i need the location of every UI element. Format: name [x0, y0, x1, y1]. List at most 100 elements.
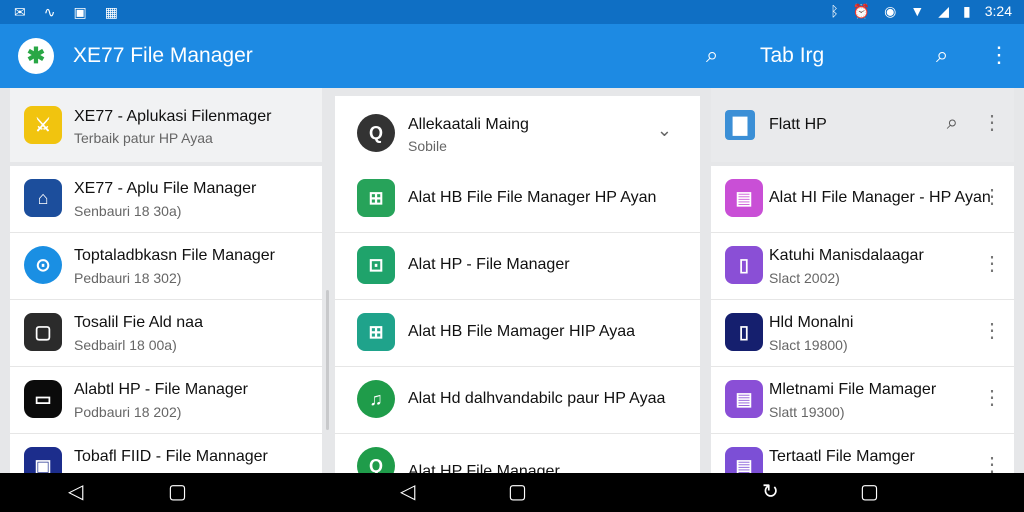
tablet-icon: ▢ [24, 313, 62, 351]
list-item[interactable]: ⊙ Toptaladbkasn File Manager Pedbauri 18… [10, 233, 322, 300]
item-title: Alat HP File Manager [408, 463, 560, 473]
panel-header[interactable]: ⚔ XE77 - Aplukasi Filenmager Terbaik pat… [10, 88, 322, 162]
item-title: Alat HP - File Manager [408, 256, 570, 273]
header-title: XE77 - Aplukasi Filenmager [74, 108, 272, 125]
overview-icon[interactable]: ▢ [860, 481, 879, 503]
list-item[interactable]: Q Alat HP File Manager [335, 434, 700, 473]
item-title: Tertaatl File Mamger [769, 448, 915, 465]
back-icon[interactable]: ◁ [400, 481, 415, 503]
clipboard-icon: ▤ [725, 447, 763, 473]
list-item[interactable]: ▭ Alabtl HP - File Manager Podbauri 18 2… [10, 367, 322, 434]
overflow-menu-icon[interactable]: ⋮ [982, 253, 1002, 275]
list-item[interactable]: ▣ Tobafl FIID - File Mannager [10, 434, 322, 473]
item-title: Alat Hd dalhvandabilc paur HP Ayaa [408, 390, 666, 407]
search-app-icon: Q [357, 114, 395, 152]
archive-icon: ⊞ [357, 179, 395, 217]
item-subtitle: Pedbauri 18 302) [74, 270, 182, 286]
header-title: Allekaatali Maing [408, 116, 529, 133]
overflow-menu-icon[interactable]: ⋮ [982, 387, 1002, 409]
clipboard-icon: ▤ [725, 179, 763, 217]
list-item[interactable]: ♫ Alat Hd dalhvandabilc paur HP Ayaa [335, 367, 700, 434]
list-item[interactable]: ▤ Tertaatl File Mamger ⋮ [711, 434, 1014, 473]
overflow-menu-icon[interactable]: ⋮ [982, 454, 1002, 473]
item-subtitle: Senbauri 18 30a) [74, 203, 182, 219]
navigation-bar: ◁ ▢ ◁ ▢ ↻ ▢ [0, 473, 1024, 512]
file-list: ⌂ XE77 - Aplu File Manager Senbauri 18 3… [10, 166, 322, 473]
home-folder-icon: ⌂ [24, 179, 62, 217]
item-title: Katuhi Manisdalaagar [769, 247, 924, 264]
overflow-menu-icon[interactable]: ⋮ [982, 112, 1002, 134]
app-logo-icon: ✱ [18, 38, 54, 74]
scrollbar[interactable] [326, 290, 329, 430]
overflow-menu-icon[interactable]: ⋮ [988, 42, 1010, 68]
header-title: Flatt HP [769, 116, 827, 133]
item-title: Alat HB File Mamager HIP Ayaa [408, 323, 636, 340]
panel-middle: Q Allekaatali Maing Sobile ⌄ ⊞ Alat HB F… [335, 88, 700, 473]
hotspot-icon: ◉ [884, 3, 897, 19]
header-subtitle: Terbaik patur HP Ayaa [74, 130, 213, 146]
list-item[interactable]: ▢ Tosalil Fie Ald naa Sedbairl 18 00a) [10, 300, 322, 367]
list-item[interactable]: ▤ Mletnami File Mamager Slatt 19300) ⋮ [711, 367, 1014, 434]
item-title: Alat HI File Manager - HP Ayan [769, 189, 991, 206]
item-title: Tosalil Fie Ald naa [74, 314, 203, 331]
calendar-icon: ▦ [104, 4, 118, 20]
music-icon: ♫ [357, 380, 395, 418]
list-item[interactable]: ⌂ XE77 - Aplu File Manager Senbauri 18 3… [10, 166, 322, 233]
battery-icon: ▮ [963, 3, 971, 19]
phone-icon: ▯ [725, 313, 763, 351]
app-icon: ⚔ [24, 106, 62, 144]
list-item[interactable]: ▯ Hld Monalni Slact 19800) ⋮ [711, 300, 1014, 367]
chevron-down-icon[interactable]: ⌄ [657, 120, 672, 141]
bluetooth-icon: ᛒ [830, 3, 839, 19]
alarm-icon: ⏰ [852, 3, 871, 19]
item-subtitle: Podbauri 18 202) [74, 404, 182, 420]
item-subtitle: Slact 19800) [769, 337, 848, 353]
tv-icon: ▭ [24, 380, 62, 418]
list-item[interactable]: ⊞ Alat HB File File Manager HP Ayan [335, 166, 700, 233]
status-time: 3:24 [984, 3, 1012, 19]
download-box-icon: ⊡ [357, 246, 395, 284]
box-icon: ▣ [24, 447, 62, 473]
back-icon[interactable]: ◁ [68, 481, 83, 503]
list-item[interactable]: ⊡ Alat HP - File Manager [335, 233, 700, 300]
signal-icon: ◢ [938, 3, 950, 19]
app-bar: ✱ XE77 File Manager ⌕ Tab Irg ⌕ ⋮ [0, 24, 1024, 88]
list-item[interactable]: ▤ Alat HI File Manager - HP Ayan ⋮ [711, 166, 1014, 233]
item-subtitle: Slatt 19300) [769, 404, 845, 420]
search-icon[interactable]: ⌕ [706, 42, 718, 68]
panel-left: ⚔ XE77 - Aplukasi Filenmager Terbaik pat… [10, 88, 322, 473]
search-icon[interactable]: ⌕ [947, 112, 958, 135]
search-icon[interactable]: ⌕ [936, 42, 948, 68]
item-title: Mletnami File Mamager [769, 381, 937, 398]
item-title: Tobafl FIID - File Mannager [74, 448, 268, 465]
status-bar: ✉ ∿ ▣ ▦ ᛒ ⏰ ◉ ▼ ◢ ▮ 3:24 [0, 0, 1024, 24]
item-title: XE77 - Aplu File Manager [74, 180, 257, 197]
tab-label[interactable]: Tab Irg [760, 44, 824, 68]
mail-icon: ✉ [14, 4, 26, 20]
header-subtitle: Sobile [408, 138, 447, 154]
panel-header[interactable]: Q Allekaatali Maing Sobile ⌄ [335, 96, 700, 168]
photo-icon: ▣ [73, 4, 87, 20]
app-title: XE77 File Manager [73, 44, 253, 67]
panel-header[interactable]: ▇ Flatt HP ⌕ ⋮ [711, 88, 1014, 162]
recent-icon[interactable]: ↻ [762, 481, 779, 503]
overflow-menu-icon[interactable]: ⋮ [982, 320, 1002, 342]
overflow-menu-icon[interactable]: ⋮ [982, 186, 1002, 208]
folder-icon: ▇ [725, 110, 755, 140]
item-title: Alat HB File File Manager HP Ayan [408, 189, 657, 206]
circle-app-icon: ⊙ [24, 246, 62, 284]
panel-right: ▇ Flatt HP ⌕ ⋮ ▤ Alat HI File Manager - … [711, 88, 1014, 473]
home-icon[interactable]: ▢ [168, 481, 187, 503]
list-item[interactable]: ⊞ Alat HB File Mamager HIP Ayaa [335, 300, 700, 367]
file-list: ⊞ Alat HB File File Manager HP Ayan ⊡ Al… [335, 166, 700, 473]
item-subtitle: Sedbairl 18 00a) [74, 337, 177, 353]
home-icon[interactable]: ▢ [508, 481, 527, 503]
tablet-icon: ▯ [725, 246, 763, 284]
wifi-icon: ▼ [910, 3, 925, 19]
item-title: Hld Monalni [769, 314, 854, 331]
archive-icon: ⊞ [357, 313, 395, 351]
clipboard-icon: ▤ [725, 380, 763, 418]
list-item[interactable]: ▯ Katuhi Manisdalaagar Slact 2002) ⋮ [711, 233, 1014, 300]
item-subtitle: Slact 2002) [769, 270, 840, 286]
file-list: ▤ Alat HI File Manager - HP Ayan ⋮ ▯ Kat… [711, 166, 1014, 473]
